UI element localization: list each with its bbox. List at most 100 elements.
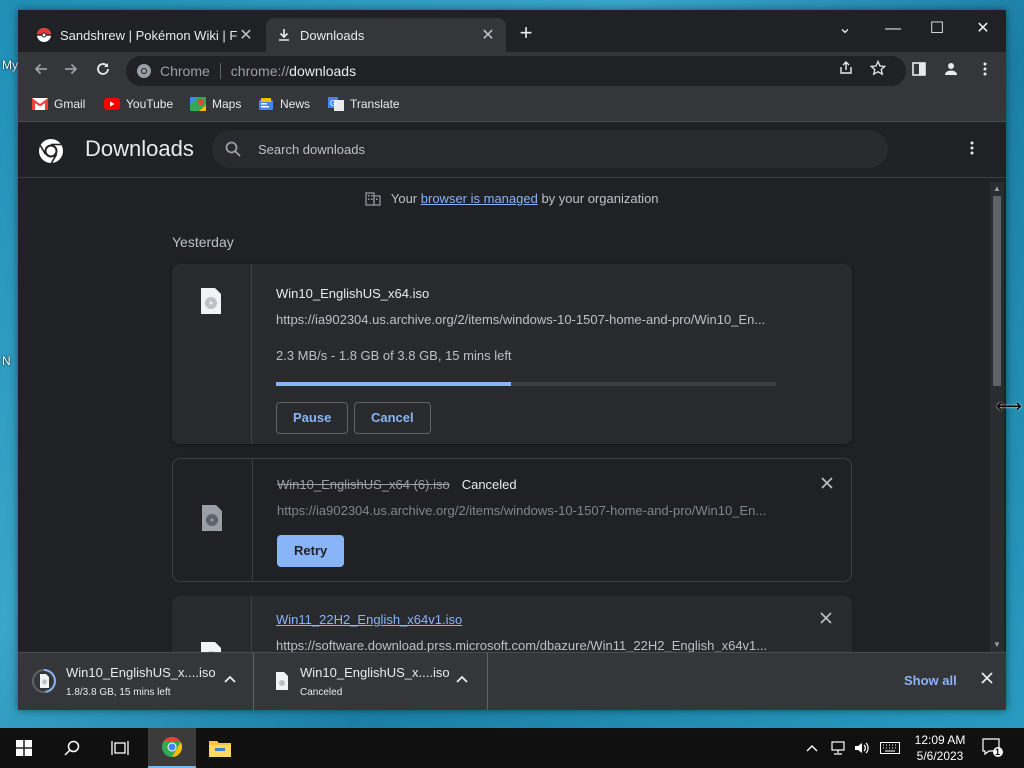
file-name-link[interactable]: Win11_22H2_English_x64v1.iso <box>276 612 462 627</box>
bookmark-star-button[interactable] <box>866 59 890 84</box>
share-icon <box>840 61 852 74</box>
svg-text:G: G <box>330 99 336 108</box>
profile-button[interactable] <box>938 58 964 84</box>
cancel-button[interactable]: Cancel <box>354 402 431 434</box>
chevron-up-icon[interactable] <box>454 671 470 687</box>
page-title: Downloads <box>85 136 194 161</box>
file-name-text: Win10_EnglishUS_x64 (6).iso <box>277 477 450 492</box>
bookmark-label: YouTube <box>126 97 174 111</box>
chrome-icon <box>137 64 151 78</box>
shelf-download-item[interactable]: Win10_EnglishUS_x....iso 1.8/3.8 GB, 15 … <box>18 653 254 710</box>
bookmark-label: Gmail <box>54 97 86 111</box>
tab-title: Downloads <box>300 27 365 43</box>
back-button[interactable] <box>28 58 54 84</box>
close-window-button[interactable]: ✕ <box>960 14 1006 44</box>
tab-downloads[interactable]: Downloads ✕ <box>266 18 506 52</box>
chrome-menu-button[interactable] <box>972 58 998 84</box>
volume-button[interactable] <box>854 728 870 768</box>
taskbar: 12:09 AM 5/6/2023 1 <box>0 728 1024 768</box>
search-downloads-input[interactable]: Search downloads <box>212 130 888 168</box>
file-source-url[interactable]: https://ia902304.us.archive.org/2/items/… <box>277 503 777 518</box>
bookmark-label: News <box>280 97 311 111</box>
bookmark-label: Maps <box>212 97 242 111</box>
shelf-file-name: Win10_EnglishUS_x....iso <box>300 665 450 680</box>
chevron-up-icon <box>806 745 818 752</box>
reload-button[interactable] <box>90 58 116 84</box>
scroll-up-arrow-icon[interactable]: ▲ <box>992 184 1002 193</box>
taskbar-file-explorer[interactable] <box>196 728 244 768</box>
new-tab-button[interactable]: + <box>516 22 536 44</box>
maximize-button[interactable]: ☐ <box>914 14 960 44</box>
bookmark-youtube[interactable]: YouTube <box>104 97 173 111</box>
share-button[interactable] <box>834 60 858 84</box>
arrow-left-icon <box>34 63 47 75</box>
touch-keyboard-button[interactable] <box>880 728 900 768</box>
page-scrollbar[interactable]: ▲ ▼ <box>990 182 1004 652</box>
close-icon[interactable]: ✕ <box>238 25 254 45</box>
file-name: Win10_EnglishUS_x64 (6).iso Canceled <box>277 477 517 492</box>
file-source-url[interactable]: https://ia902304.us.archive.org/2/items/… <box>276 312 776 327</box>
remove-from-list-button[interactable] <box>819 477 835 493</box>
chevron-up-icon[interactable] <box>222 671 238 687</box>
tab-title: Sandshrew | Pokémon Wiki | Fandom <box>60 27 238 43</box>
download-item: Win10_EnglishUS_x64.iso https://ia902304… <box>172 264 852 444</box>
page-menu-button[interactable] <box>962 140 982 160</box>
downloads-page: Downloads Search downloads Your browser … <box>18 122 1006 652</box>
bookmark-news[interactable]: News <box>258 97 310 111</box>
start-button[interactable] <box>0 728 48 768</box>
task-view-button[interactable] <box>96 728 144 768</box>
desktop-icon-label[interactable]: My <box>2 58 18 72</box>
shelf-file-status: 1.8/3.8 GB, 15 mins left <box>66 687 171 698</box>
retry-button[interactable]: Retry <box>277 535 345 567</box>
file-source-url[interactable]: https://software.download.prss.microsoft… <box>276 638 776 652</box>
shelf-file-status: Canceled <box>300 687 343 698</box>
search-placeholder: Search downloads <box>258 141 365 157</box>
url-scheme: chrome:// <box>230 63 290 79</box>
close-shelf-button[interactable] <box>978 671 996 689</box>
url-text: chrome://downloads <box>231 63 356 79</box>
file-name-link[interactable]: Win10_EnglishUS_x64.iso <box>276 286 429 301</box>
show-all-button[interactable]: Show all <box>904 673 957 688</box>
toolbar: Chrome chrome://downloads <box>18 52 1006 90</box>
network-button[interactable] <box>830 728 846 768</box>
translate-icon: G <box>328 97 344 111</box>
bookmark-translate[interactable]: G Translate <box>328 97 400 111</box>
date-header: Yesterday <box>172 234 234 250</box>
taskbar-clock[interactable]: 12:09 AM 5/6/2023 <box>906 732 974 764</box>
action-center-button[interactable]: 1 <box>982 728 1004 768</box>
search-button[interactable] <box>48 728 96 768</box>
show-hidden-icons-button[interactable] <box>806 728 818 768</box>
address-bar[interactable]: Chrome chrome://downloads <box>126 56 906 86</box>
download-item: Win11_22H2_English_x64v1.iso https://sof… <box>172 596 852 652</box>
scroll-down-arrow-icon[interactable]: ▼ <box>992 640 1002 649</box>
task-view-icon <box>111 741 129 755</box>
tab-sandshrew[interactable]: Sandshrew | Pokémon Wiki | Fandom ✕ <box>26 18 264 52</box>
bookmark-gmail[interactable]: Gmail <box>32 97 85 111</box>
bookmark-maps[interactable]: Maps <box>190 97 241 111</box>
shelf-download-item[interactable]: Win10_EnglishUS_x....iso Canceled <box>254 653 488 710</box>
browser-managed-link[interactable]: browser is managed <box>421 191 538 206</box>
remove-from-list-button[interactable] <box>818 612 834 628</box>
minimize-button[interactable]: — <box>870 14 916 44</box>
side-panel-button[interactable] <box>906 58 932 84</box>
network-icon <box>831 741 845 755</box>
divider <box>219 63 221 79</box>
close-icon <box>820 612 832 624</box>
bookmarks-bar: Gmail YouTube Maps News G Translate <box>18 90 1006 122</box>
forward-button[interactable] <box>58 58 84 84</box>
taskbar-chrome[interactable] <box>148 728 196 768</box>
pause-button[interactable]: Pause <box>276 402 349 434</box>
file-icon-column <box>172 596 252 652</box>
disc-image-file-icon <box>276 672 288 690</box>
news-icon <box>259 98 273 110</box>
desktop-icon-label[interactable]: N <box>2 354 11 368</box>
tab-search-button[interactable]: ⌄ <box>822 14 868 44</box>
kebab-menu-icon <box>970 141 974 155</box>
progress-bar <box>276 382 776 386</box>
scrollbar-thumb[interactable] <box>993 196 1001 386</box>
managed-text-before: Your <box>390 191 418 206</box>
youtube-icon <box>104 98 120 110</box>
close-icon[interactable]: ✕ <box>480 25 496 45</box>
close-icon <box>981 672 993 684</box>
shelf-file-name: Win10_EnglishUS_x....iso <box>66 665 216 680</box>
